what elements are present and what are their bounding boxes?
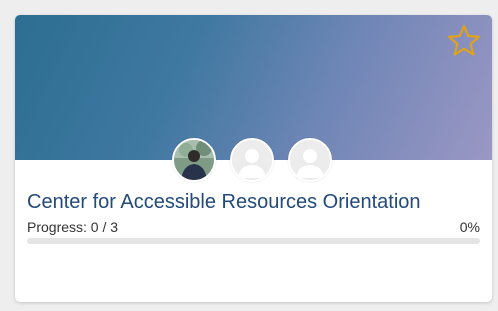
member-avatars (172, 138, 346, 182)
avatar-member-2[interactable] (230, 138, 274, 182)
progress-percent: 0% (459, 219, 480, 235)
progress-bar (27, 238, 480, 244)
progress-label: Progress: 0 / 3 (27, 219, 119, 235)
avatar-member-1[interactable] (172, 138, 216, 182)
avatar-member-3[interactable] (288, 138, 332, 182)
course-card[interactable]: Center for Accessible Resources Orientat… (15, 15, 492, 302)
course-title[interactable]: Center for Accessible Resources Orientat… (27, 191, 421, 214)
favorite-star-icon[interactable] (446, 23, 482, 59)
